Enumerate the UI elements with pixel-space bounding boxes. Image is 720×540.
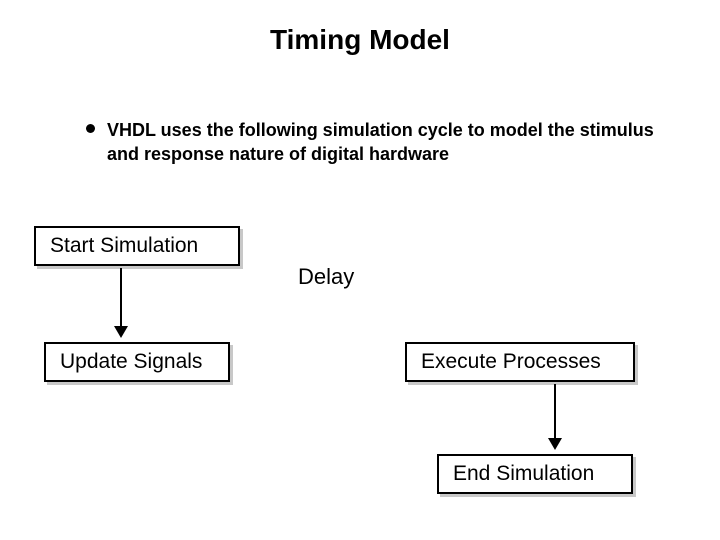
page-title: Timing Model [0,24,720,56]
box-end-simulation: End Simulation [437,454,633,494]
bullet-dot-icon [86,124,95,133]
box-start-simulation: Start Simulation [34,226,240,266]
arrow-execute-to-end [548,384,562,450]
label-delay: Delay [298,264,354,290]
box-update-signals: Update Signals [44,342,230,382]
bullet-item: VHDL uses the following simulation cycle… [86,118,660,167]
box-execute-processes: Execute Processes [405,342,635,382]
arrow-start-to-update [114,268,128,338]
bullet-text: VHDL uses the following simulation cycle… [107,118,660,167]
